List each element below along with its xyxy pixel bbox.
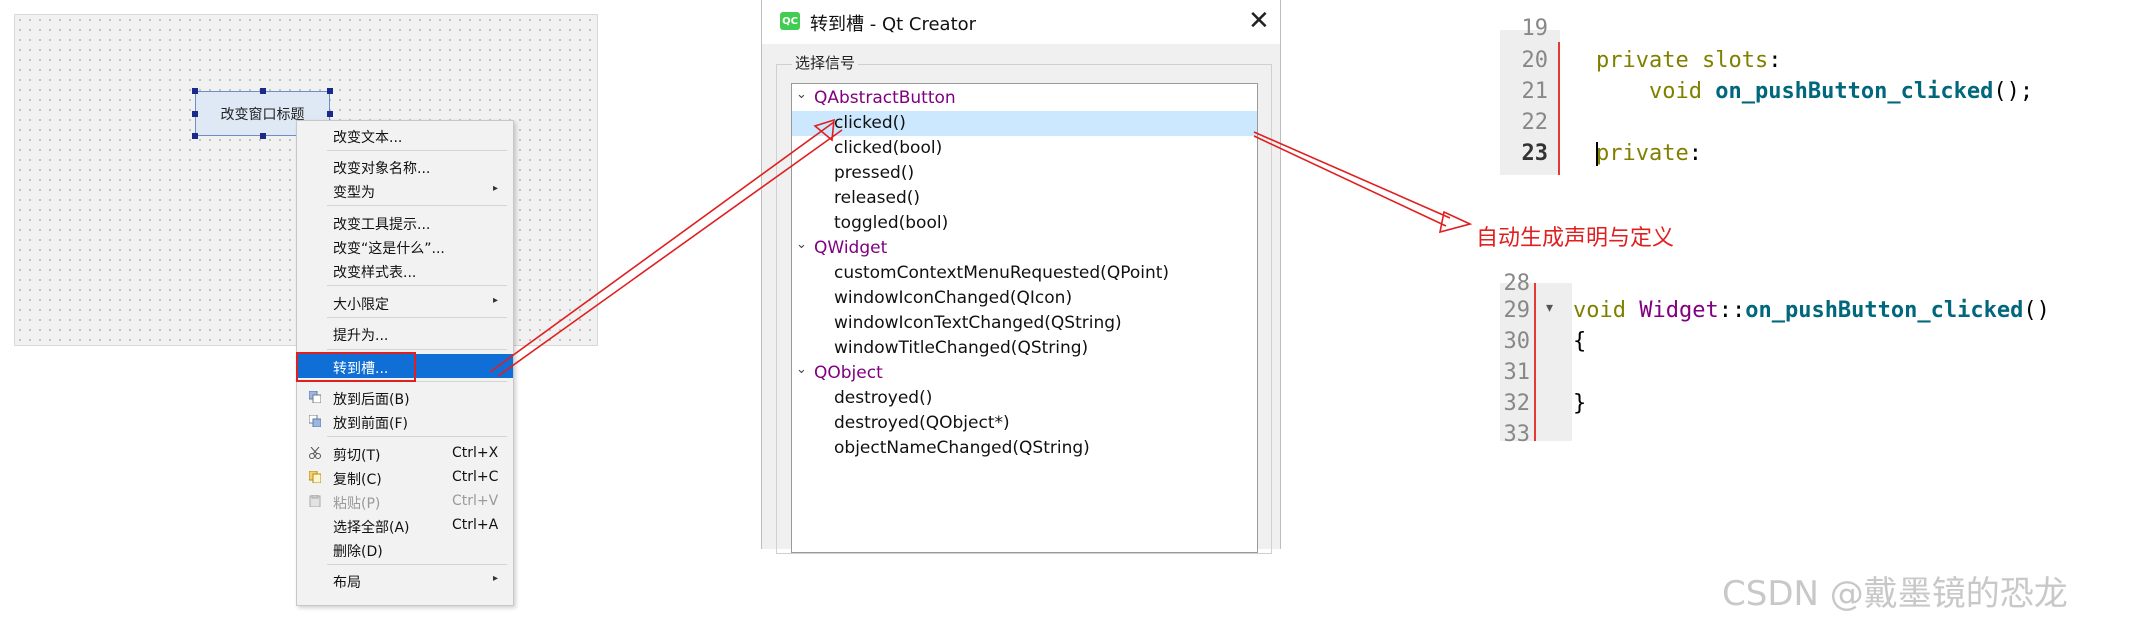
arrow-dialog-to-annotation [1253,131,1473,234]
annotation-arrows [489,118,1473,377]
arrow-menu-to-dialog [489,118,843,377]
